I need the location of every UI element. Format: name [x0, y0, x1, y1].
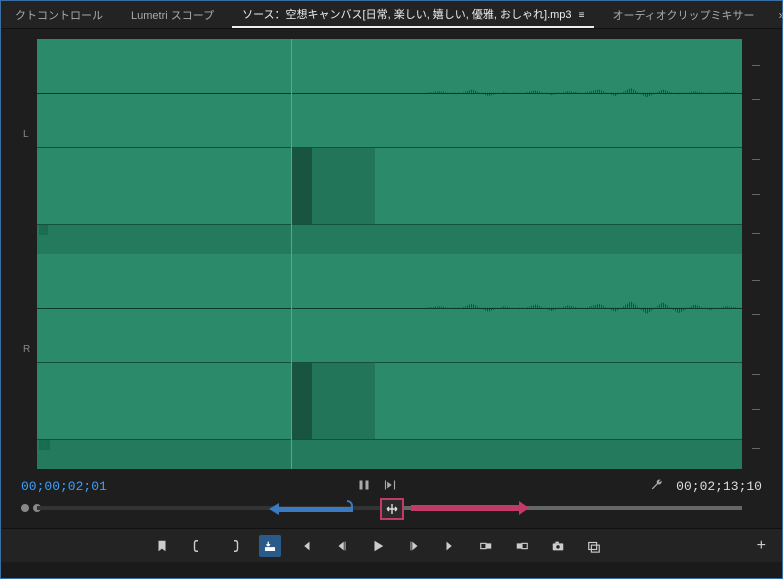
tab-menu-icon[interactable]: ≡	[579, 10, 585, 21]
zoom-scrub-bar	[1, 498, 782, 528]
tab-source[interactable]: ソース：空想キャンバス[日常, 楽しい, 嬉しい, 優雅, おしゃれ].mp3 …	[232, 2, 594, 28]
goto-in-button[interactable]	[295, 535, 317, 557]
mark-in-button[interactable]	[187, 535, 209, 557]
marker-brackets-icon[interactable]	[354, 479, 374, 494]
track-divider-4	[37, 439, 742, 440]
tab-effect-controls[interactable]: クトコントロール	[5, 3, 113, 27]
track-divider-3	[37, 362, 742, 363]
channel-label-right: R	[23, 344, 30, 355]
zoom-handle-left[interactable]	[21, 504, 29, 512]
wave-data-left	[425, 85, 742, 101]
waveform-container: L R L R	[21, 39, 762, 469]
add-button[interactable]: +	[757, 537, 766, 555]
channel-label-left: L	[23, 129, 29, 140]
insert-button[interactable]	[259, 535, 281, 557]
step-forward-button[interactable]	[403, 535, 425, 557]
tabs-overflow-icon[interactable]: »	[772, 4, 783, 26]
wave-sub-left: L	[37, 224, 742, 254]
current-timecode[interactable]: 00;00;02;01	[21, 479, 107, 494]
transport-controls: +	[1, 528, 782, 562]
waveform-panel: L R L R	[1, 29, 782, 474]
playhead[interactable]	[291, 39, 292, 469]
overwrite-button[interactable]	[475, 535, 497, 557]
annotation-arrow-right	[411, 505, 521, 511]
track-divider-1	[37, 147, 742, 148]
wave-track-left	[37, 39, 742, 147]
tab-audio-clip-mixer[interactable]: オーディオクリップミキサー	[602, 3, 764, 27]
marker-button[interactable]	[151, 535, 173, 557]
mini-label-right: R	[39, 440, 50, 450]
wrench-icon[interactable]	[646, 478, 668, 495]
duration-timecode: 00;02;13;10	[676, 479, 762, 494]
export-frame-button[interactable]	[511, 535, 533, 557]
tab-lumetri-scopes[interactable]: Lumetri スコープ	[121, 3, 224, 27]
play-button[interactable]	[367, 535, 389, 557]
mini-label-left: L	[39, 225, 48, 235]
panel-tabs: クトコントロール Lumetri スコープ ソース：空想キャンバス[日常, 楽し…	[1, 1, 782, 29]
zoom-drag-handle[interactable]	[380, 498, 404, 520]
waveform-canvas[interactable]: L R	[37, 39, 742, 469]
timecode-center-icons	[115, 479, 638, 494]
timecode-bar: 00;00;02;01 00;02;13;10	[1, 474, 782, 498]
wave-sub-right: R	[37, 439, 742, 469]
amplitude-ruler	[742, 39, 762, 469]
wave-data-right	[425, 300, 742, 316]
mark-out-button[interactable]	[223, 535, 245, 557]
wave-track-right	[37, 254, 742, 362]
track-divider-2	[37, 224, 742, 225]
step-back-button[interactable]	[331, 535, 353, 557]
loop-button[interactable]	[583, 535, 605, 557]
goto-out-button[interactable]	[439, 535, 461, 557]
in-out-braces-icon[interactable]	[380, 479, 400, 494]
camera-button[interactable]	[547, 535, 569, 557]
tab-source-label: ソース：空想キャンバス[日常, 楽しい, 嬉しい, 優雅, おしゃれ].mp3	[242, 9, 571, 21]
annotation-arrow-left	[277, 507, 352, 512]
channel-labels: L R	[21, 39, 37, 469]
